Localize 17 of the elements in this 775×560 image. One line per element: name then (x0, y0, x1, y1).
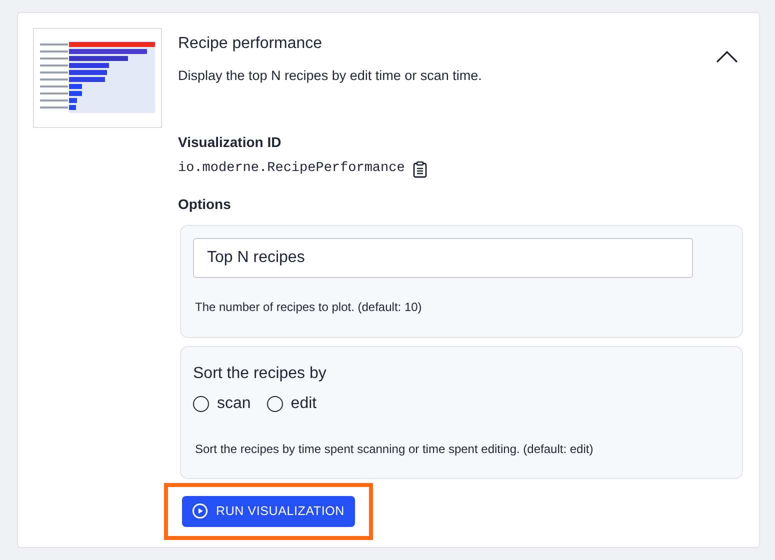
section-heading: Options (178, 194, 232, 214)
radio-button[interactable] (266, 396, 283, 412)
radio-button[interactable] (193, 396, 209, 412)
section-heading: Visualization ID (178, 133, 282, 152)
option-label: Sort the recipes by (193, 364, 328, 384)
help-text: Sort the recipes by time spent scanning or time spent editing. (default: edit) (195, 440, 594, 458)
visualization-title: Recipe performance (178, 34, 324, 54)
chevron-icon (715, 50, 739, 64)
description-text: Display the top N recipes by edit time or scan time. (178, 67, 482, 85)
run-visualization-button[interactable]: RUN VISUALIZATION (182, 496, 354, 526)
input-field[interactable]: Top N recipes (193, 238, 693, 278)
radio-option[interactable]: edit (266, 392, 317, 416)
clipboard-icon[interactable] (412, 160, 427, 178)
visualization-id: io.moderne.RecipePerformance (178, 160, 405, 178)
radio-option[interactable]: scan (193, 392, 251, 416)
help-text: The number of recipes to plot. (default: 10) (195, 298, 423, 316)
play-icon (192, 503, 208, 519)
